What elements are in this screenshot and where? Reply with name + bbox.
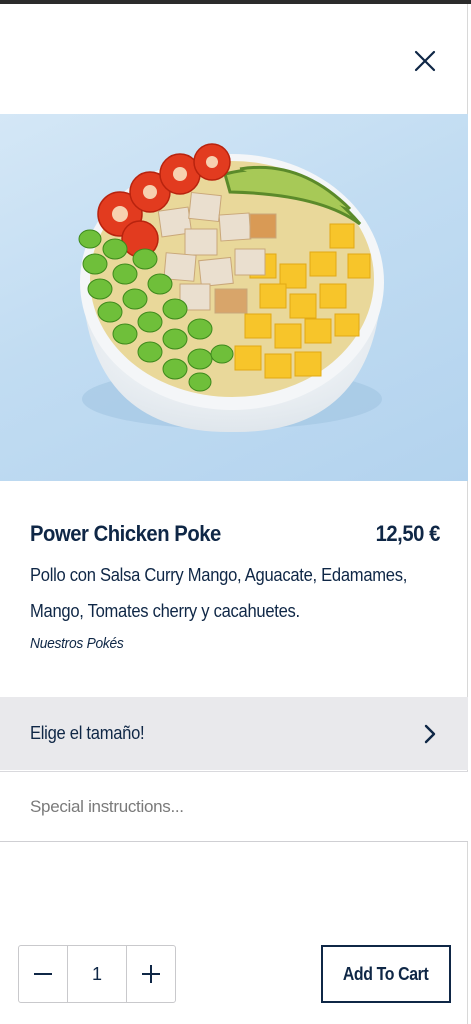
add-to-cart-label: Add To Cart — [343, 963, 429, 984]
quantity-stepper: 1 — [18, 945, 176, 1003]
product-modal: Power Chicken Poke 12,50 € Pollo con Sal… — [0, 4, 468, 1024]
plus-icon — [142, 965, 160, 983]
chevron-right-icon — [424, 724, 436, 743]
add-to-cart-button[interactable]: Add To Cart — [321, 945, 451, 1003]
title-row: Power Chicken Poke 12,50 € — [30, 521, 440, 547]
size-selector-label: Elige el tamaño! — [30, 723, 145, 743]
minus-icon — [34, 973, 52, 975]
product-image — [0, 114, 468, 481]
special-instructions-input[interactable] — [0, 772, 468, 841]
product-category: Nuestros Pokés — [30, 635, 124, 652]
special-instructions — [0, 771, 468, 842]
size-selector[interactable]: Elige el tamaño! — [0, 697, 468, 770]
quantity-value: 1 — [67, 946, 127, 1002]
close-button[interactable] — [408, 44, 442, 78]
product-description: Pollo con Salsa Curry Mango, Aguacate, E… — [30, 565, 408, 621]
product-info: Power Chicken Poke 12,50 € Pollo con Sal… — [30, 521, 440, 652]
decrease-quantity-button[interactable] — [19, 946, 67, 1002]
product-price: 12,50 € — [375, 521, 441, 546]
product-name: Power Chicken Poke — [30, 521, 221, 546]
close-icon — [414, 50, 436, 72]
increase-quantity-button[interactable] — [127, 946, 175, 1002]
